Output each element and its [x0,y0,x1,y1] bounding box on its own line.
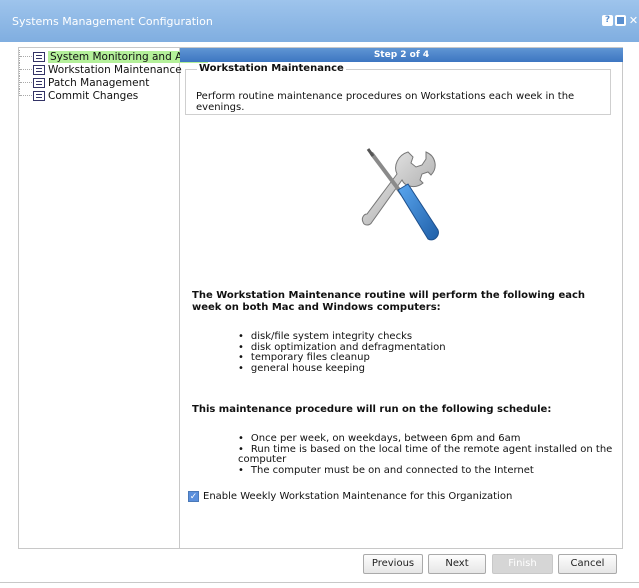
list-document-icon [33,51,45,62]
list-document-icon [33,90,45,101]
help-icon[interactable]: ? [602,15,613,26]
list-item: The computer must be on and connected to… [238,465,622,477]
tree-item-commit-changes[interactable]: Commit Changes [19,89,138,102]
previous-button[interactable]: Previous [363,554,423,574]
list-item: Once per week, on weekdays, between 6pm … [238,433,622,445]
intro-text: The Workstation Maintenance routine will… [192,290,586,313]
next-button[interactable]: Next [428,554,486,574]
task-list: disk/file system integrity checks disk o… [238,331,446,375]
divider [0,582,639,583]
tree-item-label: Workstation Maintenance [48,63,182,76]
finish-button[interactable]: Finish [492,554,553,574]
close-icon[interactable]: ✕ [628,15,639,26]
tree-item-patch-management[interactable]: Patch Management [19,76,149,89]
wizard-content: Step 2 of 4 Workstation Maintenance Perf… [180,47,623,549]
section-description: Perform routine maintenance procedures o… [196,91,575,113]
list-document-icon [33,77,45,88]
section-box: Workstation Maintenance Perform routine … [185,63,611,115]
restore-icon[interactable] [615,15,626,26]
list-document-icon [33,64,45,75]
tree-item-workstation-maintenance[interactable]: Workstation Maintenance [19,63,182,76]
list-item: disk/file system integrity checks [238,331,446,343]
list-item: Run time is based on the local time of t… [238,444,622,466]
schedule-intro-text: This maintenance procedure will run on t… [192,404,552,415]
step-indicator: Step 2 of 4 [180,48,623,62]
enable-maintenance-checkbox[interactable]: ✓ [188,491,199,502]
wrench-screwdriver-icon [361,148,439,241]
list-item: general house keeping [238,363,446,375]
tree-item-label: Patch Management [48,76,150,89]
cancel-button[interactable]: Cancel [558,554,617,574]
checkbox-label: Enable Weekly Workstation Maintenance fo… [203,491,513,502]
tree-item-label: Commit Changes [48,89,139,102]
list-item: temporary files cleanup [238,352,446,364]
section-legend: Workstation Maintenance [197,63,346,74]
schedule-list: Once per week, on weekdays, between 6pm … [238,433,622,477]
enable-maintenance-option[interactable]: ✓ Enable Weekly Workstation Maintenance … [188,491,512,502]
window-title: Systems Management Configuration [12,15,213,28]
navigation-tree: System Monitoring and Alerts Workstation… [18,47,208,549]
title-bar: Systems Management Configuration ? ✕ [0,0,639,42]
